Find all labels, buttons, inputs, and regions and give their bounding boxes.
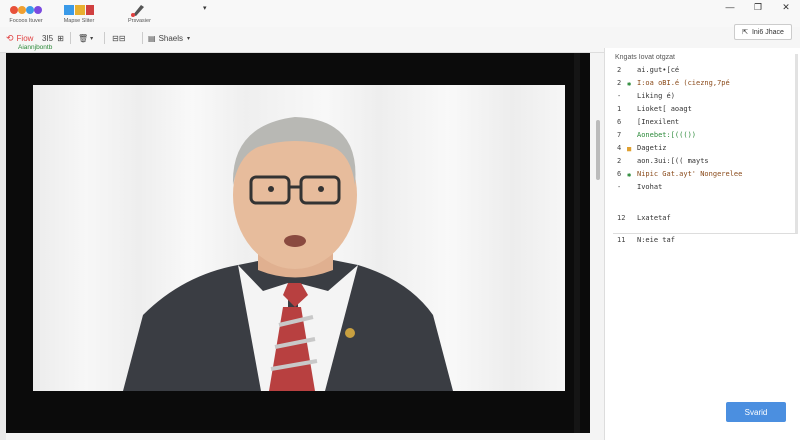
code-line[interactable]: 12 Lxatetaf <box>605 214 785 226</box>
code-line[interactable]: - Ivohat <box>605 183 785 195</box>
code-line[interactable]: 2 ai.gut•[cé <box>605 66 785 78</box>
start-button[interactable]: Svarid <box>726 402 786 422</box>
code-line[interactable]: 7 Aonebet:[((()) <box>605 131 785 143</box>
maximize-button[interactable]: ❐ <box>744 0 772 14</box>
map-grid-icon <box>62 3 96 17</box>
star-icon: ✱ <box>627 171 632 179</box>
grid-icon: ⊞ <box>57 33 64 43</box>
close-button[interactable]: ✕ <box>772 0 800 14</box>
code-line[interactable]: 1 Lioket[ aoagt <box>605 105 785 117</box>
title-bar: Focoos Ituver Mapse Sliter Prsvasier ▾ —… <box>0 0 800 27</box>
trash-icon: 🗑 <box>78 33 89 43</box>
focus-group[interactable]: Focoos Ituver <box>8 3 44 24</box>
divider <box>104 32 105 44</box>
sheets-button[interactable]: ▤ Shaels ▾ <box>148 31 190 45</box>
focus-label: Focoos Ituver <box>9 18 43 24</box>
preview-label: Prsvasier <box>128 18 151 24</box>
code-line[interactable]: 11 N:eie taf <box>605 236 785 248</box>
star-icon: ✱ <box>627 80 632 88</box>
code-line[interactable]: 2 aon.3ui:[(( mayts <box>605 157 785 169</box>
map-group[interactable]: Mapse Sliter <box>62 3 96 24</box>
share-button[interactable]: ⇱ Ini6 Jhace <box>734 24 792 40</box>
code-line[interactable]: 4 ■ Dagetiz <box>605 144 785 156</box>
color-palette-icon <box>8 3 44 17</box>
divider <box>70 32 71 44</box>
share-label: Ini6 Jhace <box>751 28 784 36</box>
count-label: 3I5 <box>42 33 54 43</box>
speaker-illustration <box>123 117 453 391</box>
code-line[interactable]: 6 ✱ Nipic Gat.ayt' Nongerelee <box>605 170 785 182</box>
chevron-down-icon: ▾ <box>187 35 191 42</box>
chevron-down-icon: ▾ <box>90 35 94 42</box>
align-button[interactable]: ⊟⊟ <box>112 31 125 45</box>
flow-icon: ⟲ <box>6 32 14 43</box>
panel-scrollbar[interactable] <box>795 54 798 234</box>
panel-header: Kngats Iovat otgzat <box>615 54 675 61</box>
flow-label: Fiow <box>16 33 34 43</box>
delete-button[interactable]: 🗑 ▾ <box>78 31 93 45</box>
chevron-down-icon[interactable]: ▾ <box>203 4 207 12</box>
sheets-icon: ▤ <box>148 33 156 43</box>
count-button[interactable]: 3I5 ⊞ <box>42 31 64 45</box>
code-panel: Kngats Iovat otgzat 2 ai.gut•[cé 2 ✱ I:o… <box>604 48 800 440</box>
share-icon: ⇱ <box>742 29 748 36</box>
flow-button[interactable]: ⟲ Fiow <box>6 31 33 45</box>
code-line[interactable]: - Liking é) <box>605 92 785 104</box>
window-controls: — ❐ ✕ <box>716 0 800 14</box>
video-edge <box>574 53 580 433</box>
video-player[interactable] <box>6 53 590 433</box>
brush-icon <box>129 3 149 17</box>
video-frame-image <box>33 85 565 391</box>
code-line[interactable]: 2 ✱ I:oa oBI.é (ciezng,7pé <box>605 79 785 91</box>
divider <box>142 32 143 44</box>
square-icon: ■ <box>627 145 632 153</box>
sub-label: Aiannjbontb <box>18 44 53 51</box>
map-label: Mapse Sliter <box>63 18 95 24</box>
preview-group[interactable]: Prsvasier <box>128 3 151 24</box>
sheets-label: Shaels <box>158 33 184 43</box>
minimize-button[interactable]: — <box>716 0 744 14</box>
divider <box>613 233 797 234</box>
app-window: Focoos Ituver Mapse Sliter Prsvasier ▾ —… <box>0 0 800 440</box>
align-icon: ⊟⊟ <box>112 33 126 43</box>
code-line[interactable]: 6 [Inexilent <box>605 118 785 130</box>
scrollbar[interactable] <box>596 120 600 180</box>
